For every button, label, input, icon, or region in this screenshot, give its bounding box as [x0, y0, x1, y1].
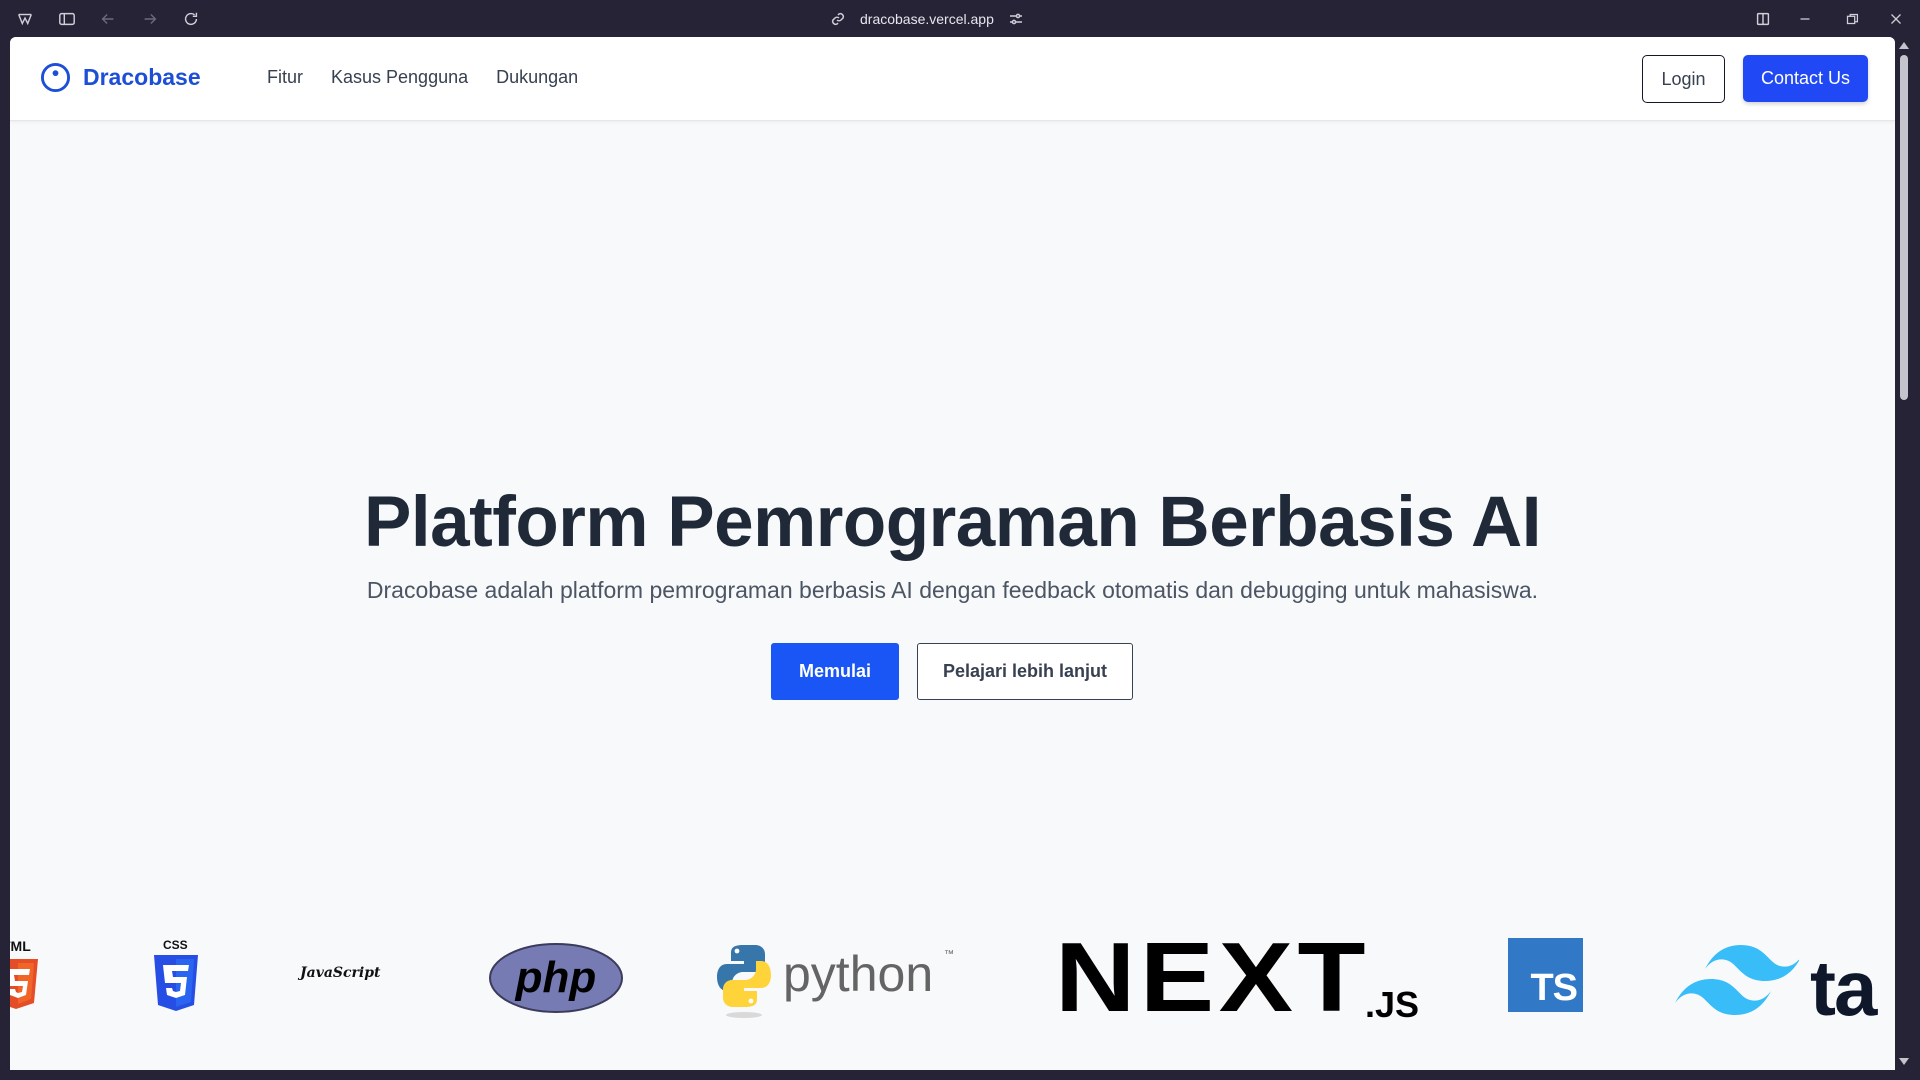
html5-label: TML	[10, 938, 31, 954]
nav-link-kasus-pengguna[interactable]: Kasus Pengguna	[331, 67, 468, 88]
php-logo-icon: php	[489, 943, 623, 1013]
sidebar-toggle-icon[interactable]	[57, 9, 77, 29]
contact-us-button[interactable]: Contact Us	[1743, 55, 1868, 102]
address-bar[interactable]: dracobase.vercel.app	[830, 8, 1024, 30]
css3-label: CSS	[163, 938, 188, 952]
page-scrollbar[interactable]	[1895, 37, 1912, 1070]
nextjs-logo-icon: NEXT .JS	[1055, 937, 1419, 1027]
tailwind-text: ta	[1810, 944, 1877, 1032]
brand[interactable]: Dracobase	[40, 62, 201, 93]
login-button[interactable]: Login	[1642, 55, 1725, 103]
typescript-logo-icon: TS	[1508, 938, 1583, 1012]
browser-toolbar: dracobase.vercel.app	[0, 0, 1920, 37]
reload-icon[interactable]	[181, 9, 201, 29]
tailwind-logo-icon	[1675, 945, 1799, 1015]
typescript-label: TS	[1530, 967, 1578, 1009]
site-settings-icon[interactable]	[1008, 11, 1024, 27]
nextjs-sub-label: .JS	[1365, 984, 1419, 1025]
hero-subtitle: Dracobase adalah platform pemrograman be…	[366, 577, 1539, 603]
hero-title: Platform Pemrograman Berbasis AI	[364, 483, 1541, 562]
scroll-up-arrow-icon[interactable]	[1899, 42, 1909, 49]
html5-logo-icon: TML	[10, 938, 38, 1009]
dracobase-logo-icon	[40, 62, 71, 93]
restore-icon[interactable]	[1842, 9, 1862, 29]
split-view-icon[interactable]	[1753, 9, 1773, 29]
python-tm: ™	[944, 949, 954, 960]
nav-links: Fitur Kasus Pengguna Dukungan	[267, 67, 578, 88]
address-url[interactable]: dracobase.vercel.app	[860, 11, 994, 27]
nav-link-dukungan[interactable]: Dukungan	[496, 67, 578, 88]
browser-logo-icon[interactable]	[15, 9, 35, 29]
scrollbar-thumb[interactable]	[1900, 55, 1908, 400]
link-icon	[831, 12, 845, 26]
python-logo-icon: python ™	[717, 945, 954, 1018]
nextjs-label: NEXT	[1055, 937, 1370, 1027]
python-label: python	[783, 946, 933, 1002]
back-icon[interactable]	[98, 9, 118, 29]
minimize-icon[interactable]	[1795, 9, 1815, 29]
top-navbar: Dracobase Fitur Kasus Pengguna Dukungan …	[10, 37, 1895, 121]
close-icon[interactable]	[1886, 9, 1906, 29]
javascript-logo: JavaScript	[300, 965, 381, 981]
page-viewport: Dracobase Fitur Kasus Pengguna Dukungan …	[10, 37, 1895, 1070]
css3-logo-icon: CSS	[154, 938, 198, 1011]
brand-name: Dracobase	[83, 64, 201, 90]
learn-more-button[interactable]: Pelajari lebih lanjut	[917, 643, 1133, 700]
scroll-down-arrow-icon[interactable]	[1899, 1058, 1909, 1065]
forward-icon[interactable]	[140, 9, 160, 29]
nav-link-fitur[interactable]: Fitur	[267, 67, 303, 88]
php-label: php	[515, 953, 597, 1002]
get-started-button[interactable]: Memulai	[771, 643, 899, 700]
